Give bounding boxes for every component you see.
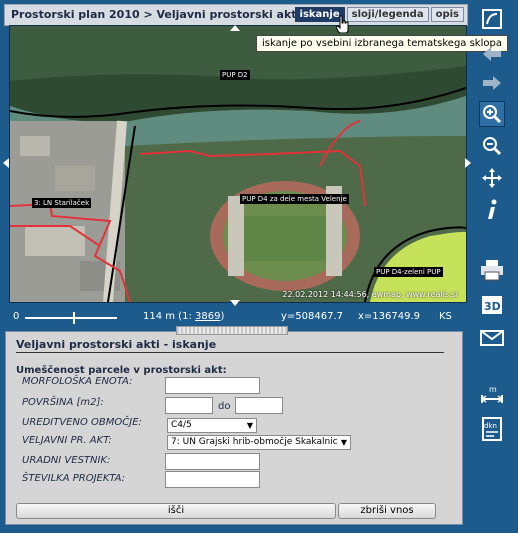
3d-button[interactable]: 3D (479, 292, 505, 318)
info-button[interactable] (479, 197, 505, 223)
tab-opis[interactable]: opis (430, 7, 464, 22)
map-timestamp: 22.02.2012 14:44:56, ewmap, www.realis.s… (282, 290, 458, 299)
tab-tooltip: iskanje po vsebini izbranega tematskega … (256, 35, 508, 52)
veljavni-select[interactable]: 7: UN Grajski hrib-območje Skakalnic ▼ (167, 435, 351, 450)
map-label-pup-d4: PUP D4 za dele mesta Velenje (240, 194, 349, 204)
tab-bar: iskanje sloji/legenda opis (294, 7, 464, 22)
form-subheading: Umeščenost parcele v prostorski akt: (16, 365, 227, 376)
svg-text:dkn: dkn (484, 422, 497, 430)
tab-sloji-legenda[interactable]: sloji/legenda (346, 7, 429, 22)
label-morfoloska: MORFOLOŠKA ENOTA: (22, 376, 133, 387)
search-button[interactable]: išči (16, 503, 336, 519)
scale-ratio-close: ) (220, 311, 225, 322)
coord-system: KS (439, 311, 452, 322)
povrsina-do-label: do (218, 401, 231, 412)
title-bar: Prostorski plan 2010 > Veljavni prostors… (4, 4, 468, 26)
povrsina-to-input[interactable] (235, 397, 283, 414)
svg-text:3D: 3D (484, 300, 501, 313)
pan-east-handle[interactable] (465, 158, 471, 168)
scale-bar-row: 0 114 m (1: 3869) y=508467.7 x=136749.9 … (9, 309, 465, 325)
scale-distance-text: 114 m (1: (143, 311, 195, 322)
povrsina-from-input[interactable] (165, 397, 213, 414)
print-button[interactable] (479, 257, 505, 283)
scale-zero: 0 (13, 311, 20, 322)
measure-icon: m (481, 385, 503, 403)
back-button[interactable] (479, 41, 505, 67)
dkn-icon: dkn (482, 417, 502, 441)
search-panel: Veljavni prostorski akti - iskanje Umešč… (5, 326, 463, 525)
map-overview-button[interactable] (479, 6, 505, 32)
coord-y: y=508467.7 (281, 311, 344, 322)
zoom-out-button[interactable] (479, 133, 505, 159)
veljavni-value: 7: UN Grajski hrib-območje Skakalnic (171, 437, 338, 447)
pan-button[interactable] (479, 165, 505, 191)
pan-north-handle[interactable] (230, 25, 240, 31)
form-title: Veljavni prostorski akti - iskanje (16, 338, 217, 351)
pan-south-handle[interactable] (230, 300, 240, 306)
map-imagery (10, 26, 466, 302)
label-uradni: URADNI VESTNIK: (22, 455, 111, 466)
chevron-down-icon: ▼ (246, 421, 253, 430)
measure-button[interactable]: m (479, 382, 505, 408)
mail-icon (480, 330, 504, 346)
3d-icon: 3D (482, 296, 502, 314)
dkn-button[interactable]: dkn (479, 416, 505, 442)
urejevalno-value: C4/5 (171, 420, 192, 430)
zoom-slider[interactable] (25, 312, 117, 324)
zoom-out-icon (483, 137, 502, 156)
label-veljavni: VELJAVNI PR. AKT: (22, 435, 112, 446)
urejevalno-select[interactable]: C4/5 ▼ (167, 418, 257, 433)
label-urejevalno: UREDITVENO OBMOČJE: (22, 417, 142, 428)
forward-arrow-icon (483, 76, 501, 90)
panel-resize-grip[interactable] (176, 326, 288, 335)
label-stevilka: ŠTEVILKA PROJEKTA: (22, 473, 125, 484)
uradni-input[interactable] (165, 453, 260, 470)
chevron-down-icon: ▼ (340, 438, 347, 447)
zoom-in-icon (483, 105, 502, 124)
back-arrow-icon (483, 47, 501, 61)
clear-button[interactable]: zbriši vnos (338, 503, 436, 519)
zoom-slider-knob[interactable] (73, 312, 75, 324)
map-label-pup-d4-zeleni: PUP D4-zeleni PUP (374, 267, 443, 277)
print-icon (481, 260, 503, 281)
scale-ratio-link[interactable]: 3869 (195, 311, 220, 322)
map-view[interactable]: PUP D2 3: LN Starilaček PUP D4 za dele m… (9, 25, 467, 303)
page-title: Prostorski plan 2010 > Veljavni prostors… (11, 8, 301, 21)
forward-button[interactable] (479, 70, 505, 96)
info-icon (488, 199, 497, 219)
morfoloska-input[interactable] (165, 377, 260, 394)
form-divider (16, 352, 444, 353)
coord-x: x=136749.9 (358, 311, 421, 322)
map-overview-icon (482, 9, 502, 29)
zoom-in-button[interactable] (479, 101, 505, 127)
scale-distance: 114 m (1: 3869) (143, 311, 224, 322)
hand-cursor-icon (336, 15, 349, 33)
map-label-pup-d2: PUP D2 (220, 70, 250, 80)
pan-west-handle[interactable] (3, 158, 9, 168)
svg-text:m: m (489, 385, 497, 394)
pan-icon (482, 168, 502, 188)
map-label-ln: 3: LN Starilaček (32, 198, 92, 208)
mail-button[interactable] (479, 325, 505, 351)
label-povrsina: POVRŠINA [m2]: (22, 397, 104, 408)
stevilka-input[interactable] (165, 471, 260, 488)
